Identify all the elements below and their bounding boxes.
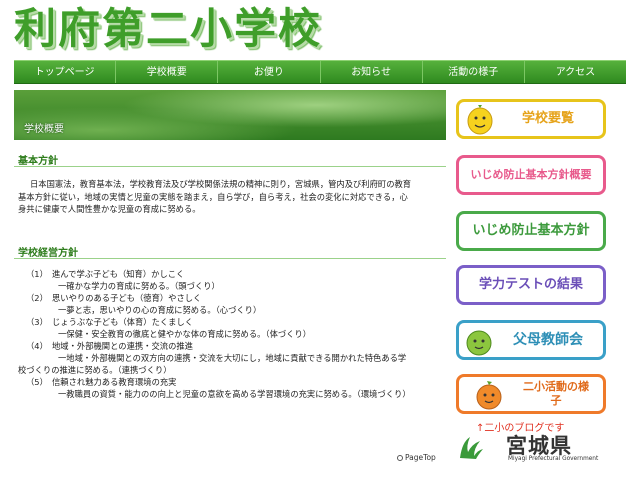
management-policy-list: （1） 進んで学ぶ子ども（知育）かしこく 一確かな学力の育成に努める。（頭づくり）… xyxy=(18,268,448,400)
pagetop-label: PageTop xyxy=(405,453,436,462)
item-detail: 校づくりの推進に努める。（連携づくり） xyxy=(18,365,172,375)
item-number: （3） xyxy=(26,317,48,327)
button-label: いじめ防止基本方針 xyxy=(472,223,590,238)
prefecture-name-en: Miyagi Prefectural Government xyxy=(508,456,599,462)
list-item: （2） 思いやりのある子ども（徳育）やさしく xyxy=(18,292,448,304)
list-item: （1） 進んで学ぶ子ども（知育）かしこく xyxy=(18,268,448,280)
button-label: 二小活動の様子 xyxy=(523,380,589,407)
item-detail: 一保健・安全教育の徹底と健やかな体の育成に努める。（体づくり） xyxy=(58,329,312,339)
item-detail: 一確かな学力の育成に努める。（頭づくり） xyxy=(58,281,220,291)
nav-item-overview[interactable]: 学校概要 xyxy=(116,61,219,83)
item-number: （1） xyxy=(26,269,48,279)
nav-item-activities[interactable]: 活動の様子 xyxy=(423,61,525,83)
site-title: 利府第二小学校 xyxy=(14,4,323,53)
miyagi-logo-icon[interactable] xyxy=(456,432,486,462)
item-number: （5） xyxy=(26,377,48,387)
item-title: 信頼され魅力ある教育環境の充実 xyxy=(52,377,177,387)
list-item: （5） 信頼され魅力ある教育環境の充実 xyxy=(18,376,448,388)
item-title: 地域・外部機関との連携・交流の推進 xyxy=(52,341,193,351)
item-detail: 一地域・外部機関との双方向の連携・交流を大切にし，地域に貢献できる開かれた特色あ… xyxy=(58,353,407,363)
item-title: じょうぶな子ども（体育）たくましく xyxy=(52,317,194,327)
nav-item-notices[interactable]: お知らせ xyxy=(321,61,423,83)
test-results-button[interactable]: 学力テストの結果 xyxy=(456,265,606,305)
item-number: （4） xyxy=(26,341,48,351)
nav-item-newsletter[interactable]: お便り xyxy=(218,61,321,83)
page-title: 学校概要 xyxy=(24,124,64,135)
mascot-icon xyxy=(476,381,502,410)
mascot-icon xyxy=(467,105,493,135)
main-nav: トップページ 学校概要 お便り お知らせ 活動の様子 アクセス xyxy=(14,60,626,84)
nav-item-top[interactable]: トップページ xyxy=(14,61,117,83)
button-label: 父母教師会 xyxy=(513,332,583,348)
divider xyxy=(14,166,446,167)
basic-policy-heading: 基本方針 xyxy=(18,156,58,167)
item-detail: 一夢と志，思いやりの心の育成に努める。（心づくり） xyxy=(58,305,262,315)
basic-policy-line: 日本国憲法，教育基本法，学校教育法及び学校関係法規の精神に則り，宮城県，管内及び… xyxy=(30,179,412,189)
basic-policy-line: 身共に健康で人間性豊かな児童の育成に努める。 xyxy=(18,204,201,214)
mascot-icon xyxy=(466,330,492,356)
divider xyxy=(14,258,446,259)
nav-item-access[interactable]: アクセス xyxy=(525,61,626,83)
item-title: 進んで学ぶ子ども（知育）かしこく xyxy=(52,269,185,279)
list-item: （3） じょうぶな子ども（体育）たくましく xyxy=(18,316,448,328)
pagetop-link[interactable]: PageTop xyxy=(397,453,436,462)
activities-button[interactable]: 二小活動の様子 xyxy=(456,374,606,414)
item-number: （2） xyxy=(26,293,48,303)
pta-button[interactable]: 父母教師会 xyxy=(456,320,606,360)
page-banner: 学校概要 xyxy=(14,90,446,140)
item-title: 思いやりのある子ども（徳育）やさしく xyxy=(52,293,202,303)
button-label: 学校要覧 xyxy=(521,111,574,126)
button-label: いじめ防止基本方針概要 xyxy=(470,168,592,181)
management-policy-heading: 学校経営方針 xyxy=(18,248,78,259)
item-detail: 一教職員の資質・能力のの向上と児童の意欲を高める学習環境の充実に努める。（環境づ… xyxy=(58,389,411,399)
school-overview-button[interactable]: 学校要覧 xyxy=(456,99,606,139)
list-item: （4） 地域・外部機関との連携・交流の推進 xyxy=(18,340,448,352)
basic-policy-text: 日本国憲法，教育基本法，学校教育法及び学校関係法規の精神に則り，宮城県，管内及び… xyxy=(18,178,438,216)
arrow-up-icon xyxy=(397,455,403,461)
basic-policy-line: 基本方針に従い，地域の実情と児童の実態を踏まえ，自ら学び，自ら考え，社会の変化に… xyxy=(18,191,408,202)
anti-bullying-policy-button[interactable]: いじめ防止基本方針 xyxy=(456,211,606,251)
button-label: 学力テストの結果 xyxy=(478,277,583,292)
anti-bullying-summary-button[interactable]: いじめ防止基本方針概要 xyxy=(456,155,606,195)
